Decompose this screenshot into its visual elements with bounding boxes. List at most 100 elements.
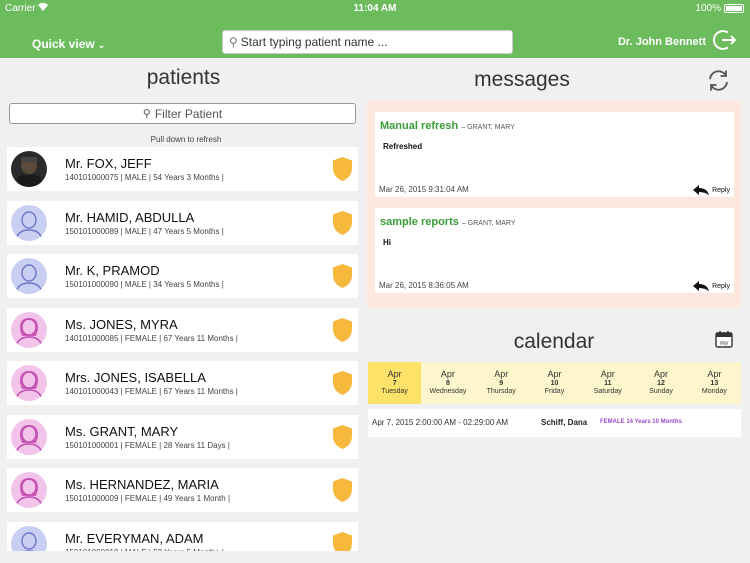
message-date: Mar 26, 2015 8:36:05 AM bbox=[379, 281, 469, 290]
app-header: Carrier 11:04 AM 100% Quick view⌄ ⚲ Dr. … bbox=[0, 0, 750, 58]
patient-row[interactable]: Mr. HAMID, ABDULLA 150101000089 | MALE | … bbox=[7, 200, 358, 245]
patient-search-input[interactable] bbox=[240, 35, 491, 49]
day-month: Apr bbox=[547, 369, 562, 379]
day-weekday: Monday bbox=[701, 388, 727, 395]
calendar-day-view-icon[interactable]: day bbox=[715, 330, 733, 348]
reply-arrow-icon bbox=[693, 281, 710, 291]
appointment-time: Apr 7, 2015 2:00:00 AM - 02:29:00 AM bbox=[372, 418, 509, 427]
search-icon: ⚲ bbox=[142, 108, 151, 120]
avatar bbox=[11, 525, 47, 551]
day-number: 8 bbox=[445, 380, 450, 387]
reply-arrow-icon bbox=[693, 185, 710, 195]
day-weekday: Tuesday bbox=[381, 388, 408, 395]
patient-name: Mrs. JONES, ISABELLA bbox=[65, 370, 206, 385]
patient-info: 150101000019 | MALE | 52 Years 5 Months … bbox=[65, 548, 224, 552]
message-card[interactable]: Manual refresh – GRANT, MARY Refreshed Mar… bbox=[375, 112, 734, 197]
avatar bbox=[11, 151, 47, 187]
day-number: 13 bbox=[710, 380, 719, 387]
battery-icon bbox=[724, 4, 744, 13]
patient-name: Mr. K, PRAMOD bbox=[65, 263, 160, 278]
avatar bbox=[11, 311, 47, 348]
patient-name: Ms. JONES, MYRA bbox=[65, 316, 178, 332]
day-month: Apr bbox=[387, 369, 402, 379]
day-weekday: Wednesday bbox=[429, 388, 467, 395]
patient-row[interactable]: Ms. GRANT, MARY 150101000001 | FEMALE | 2… bbox=[7, 414, 358, 459]
shield-icon bbox=[332, 317, 353, 343]
calendar-day[interactable]: Apr 10 Friday bbox=[528, 362, 581, 404]
patient-row[interactable]: Mrs. JONES, ISABELLA 140101000043 | FEMAL… bbox=[7, 361, 358, 405]
shield-icon bbox=[332, 370, 353, 396]
calendar-icon-label: day bbox=[720, 341, 729, 347]
shield-icon bbox=[332, 477, 353, 503]
patient-name: Mr. FOX, JEFF bbox=[65, 156, 152, 171]
reply-button[interactable]: Reply bbox=[693, 185, 730, 195]
message-body: Hi bbox=[383, 238, 391, 247]
quick-view-dropdown[interactable]: Quick view ⌄ bbox=[32, 37, 105, 51]
patient-row[interactable]: Mr. K, PRAMOD 150101000090 | MALE | 34 Ye… bbox=[7, 254, 358, 298]
patient-name: Mr. HAMID, ABDULLA bbox=[65, 209, 195, 225]
message-card[interactable]: sample reports – GRANT, MARY Hi Mar 26, 20… bbox=[375, 208, 734, 293]
patient-list[interactable]: Mr. FOX, JEFF 140101000075 | MALE | 54 Ye… bbox=[7, 146, 358, 551]
day-weekday: Sunday bbox=[649, 388, 673, 395]
patient-row[interactable]: Ms. JONES, MYRA 140101000085 | FEMALE | 6… bbox=[7, 307, 358, 352]
appointment-patient: Schiff, Dana bbox=[541, 418, 588, 427]
messages-panel: Manual refresh – GRANT, MARY Refreshed Mar… bbox=[367, 101, 741, 308]
day-month: Apr bbox=[494, 369, 509, 379]
refresh-icon[interactable] bbox=[706, 68, 731, 93]
message-body: Refreshed bbox=[383, 142, 423, 151]
shield-icon bbox=[332, 210, 353, 236]
messages-title: messages bbox=[474, 68, 570, 91]
day-weekday: Thursday bbox=[486, 388, 516, 395]
calendar-day[interactable]: Apr 11 Saturday bbox=[581, 362, 634, 404]
day-number: 11 bbox=[604, 380, 612, 387]
status-bar: Carrier 11:04 AM 100% bbox=[0, 0, 750, 18]
patient-info: 140101000075 | MALE | 54 Years 3 Months … bbox=[65, 173, 224, 182]
avatar bbox=[11, 472, 47, 508]
calendar-day[interactable]: Apr 12 Sunday bbox=[634, 362, 687, 404]
filter-patient-input[interactable]: ⚲ Filter Patient bbox=[9, 103, 356, 124]
patient-name: Mr. EVERYMAN, ADAM bbox=[65, 530, 204, 546]
day-number: 9 bbox=[499, 380, 504, 387]
patients-title: patients bbox=[146, 66, 221, 89]
shield-icon bbox=[332, 424, 353, 450]
calendar-day[interactable]: Apr 9 Thursday bbox=[475, 362, 528, 404]
shield-icon bbox=[332, 156, 353, 182]
reply-button[interactable]: Reply bbox=[693, 281, 730, 291]
search-icon: ⚲ bbox=[229, 35, 238, 49]
doctor-name: Dr. John Bennett bbox=[617, 36, 706, 48]
patient-info: 150101000090 | MALE | 34 Years 5 Months … bbox=[65, 280, 224, 289]
patient-row[interactable]: Ms. HERNANDEZ, MARIA 150101000009 | FEMAL… bbox=[7, 468, 358, 512]
calendar-day[interactable]: Apr 13 Monday bbox=[688, 362, 741, 404]
patient-info: 140101000043 | FEMALE | 67 Years 11 Mont… bbox=[65, 387, 238, 396]
filter-placeholder: Filter Patient bbox=[154, 106, 223, 121]
patient-info: 150101000001 | FEMALE | 28 Years 11 Days… bbox=[65, 440, 230, 450]
appointment-patient-info: FEMALE 14 Years 10 Months bbox=[600, 419, 682, 425]
shield-icon bbox=[332, 531, 353, 551]
avatar bbox=[11, 418, 47, 455]
calendar-day[interactable]: Apr 8 Wednesday bbox=[421, 362, 474, 404]
avatar bbox=[11, 365, 47, 401]
patient-row[interactable]: Mr. EVERYMAN, ADAM 150101000019 | MALE | … bbox=[7, 521, 358, 552]
day-month: Apr bbox=[707, 369, 722, 379]
logout-icon[interactable] bbox=[713, 28, 737, 52]
patient-search[interactable]: ⚲ bbox=[222, 30, 513, 54]
avatar bbox=[11, 204, 47, 241]
day-month: Apr bbox=[600, 369, 615, 379]
calendar-day[interactable]: Apr 7 Tuesday bbox=[368, 362, 422, 404]
day-month: Apr bbox=[654, 369, 669, 379]
battery-percent: 100% bbox=[695, 3, 721, 14]
patient-info: 140101000085 | FEMALE | 67 Years 11 Mont… bbox=[65, 333, 238, 343]
status-time: 11:04 AM bbox=[353, 3, 397, 14]
day-number: 7 bbox=[392, 380, 397, 387]
patient-row[interactable]: Mr. FOX, JEFF 140101000075 | MALE | 54 Ye… bbox=[7, 147, 358, 191]
patient-info: 150101000089 | MALE | 47 Years 5 Months … bbox=[65, 226, 224, 236]
calendar-title: calendar bbox=[513, 330, 595, 353]
message-subject: Manual refresh – GRANT, MARY bbox=[380, 120, 515, 132]
shield-icon bbox=[332, 263, 353, 289]
appointment-row[interactable]: Apr 7, 2015 2:00:00 AM - 02:29:00 AM Sch… bbox=[368, 409, 741, 437]
avatar bbox=[11, 258, 47, 294]
calendar-week-strip: Apr 7 Tuesday Apr 8 Wednesday Apr 9 Thursday Apr 1… bbox=[368, 362, 741, 404]
message-sender: – GRANT, MARY bbox=[461, 220, 516, 227]
day-number: 10 bbox=[550, 380, 559, 387]
day-month: Apr bbox=[440, 369, 455, 379]
